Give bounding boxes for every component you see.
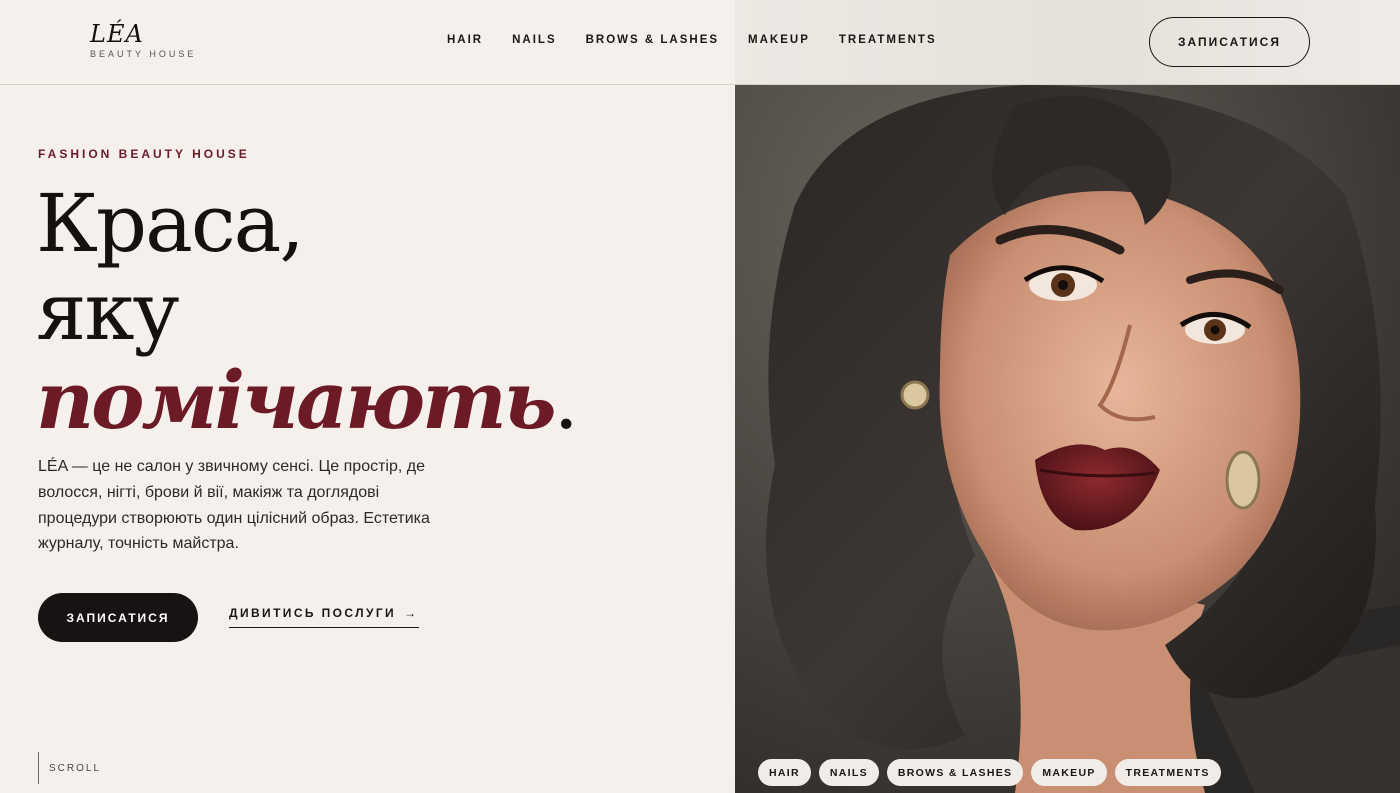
nav-item-hair[interactable]: HAIR xyxy=(447,33,483,47)
image-service-tags: HAIR NAILS BROWS & LASHES MAKEUP TREATME… xyxy=(758,759,1229,786)
tag-hair[interactable]: HAIR xyxy=(758,759,811,786)
headline-line-1: Краса, xyxy=(36,177,305,270)
main-nav: HAIR NAILS BROWS & LASHES MAKEUP TREATME… xyxy=(447,33,966,47)
hero-eyebrow: FASHION BEAUTY HOUSE xyxy=(38,147,250,161)
tag-treatments[interactable]: TREATMENTS xyxy=(1114,759,1221,786)
hero-book-button[interactable]: ЗАПИСАТИСЯ xyxy=(38,593,198,642)
logo[interactable]: LÉA BEAUTY HOUSE xyxy=(90,21,196,59)
headline-accent: помічають xyxy=(36,353,557,447)
hero-headline: Краса, яку помічають. xyxy=(36,177,579,447)
nav-item-makeup[interactable]: MAKEUP xyxy=(748,33,810,47)
hero-portrait-image xyxy=(735,85,1400,793)
scroll-label: SCROLL xyxy=(49,762,102,774)
site-header: LÉA BEAUTY HOUSE HAIR NAILS BROWS & LASH… xyxy=(0,0,1400,85)
headline-line-2: яку xyxy=(36,265,180,358)
tag-makeup[interactable]: MAKEUP xyxy=(1031,759,1107,786)
header-book-button[interactable]: ЗАПИСАТИСЯ xyxy=(1149,17,1310,67)
tag-nails[interactable]: NAILS xyxy=(818,759,879,786)
view-services-link[interactable]: ДИВИТИСЬ ПОСЛУГИ → xyxy=(229,606,419,628)
nav-item-brows-lashes[interactable]: BROWS & LASHES xyxy=(586,33,719,47)
arrow-right-icon: → xyxy=(404,606,419,620)
logo-tagline: BEAUTY HOUSE xyxy=(90,49,197,59)
nav-item-nails[interactable]: NAILS xyxy=(512,33,557,47)
hero-intro: LÉA — це не салон у звичному сенсі. Це п… xyxy=(38,458,430,553)
headline-dot: . xyxy=(553,354,579,447)
headline-line-3: помічають. xyxy=(36,353,579,447)
portrait-illustration xyxy=(735,85,1400,793)
view-services-label: ДИВИТИСЬ ПОСЛУГИ xyxy=(229,606,397,620)
scroll-indicator[interactable]: SCROLL xyxy=(38,752,101,784)
tag-brows-lashes[interactable]: BROWS & LASHES xyxy=(886,759,1024,786)
logo-wordmark: LÉA xyxy=(90,20,144,48)
nav-item-treatments[interactable]: TREATMENTS xyxy=(839,33,937,47)
